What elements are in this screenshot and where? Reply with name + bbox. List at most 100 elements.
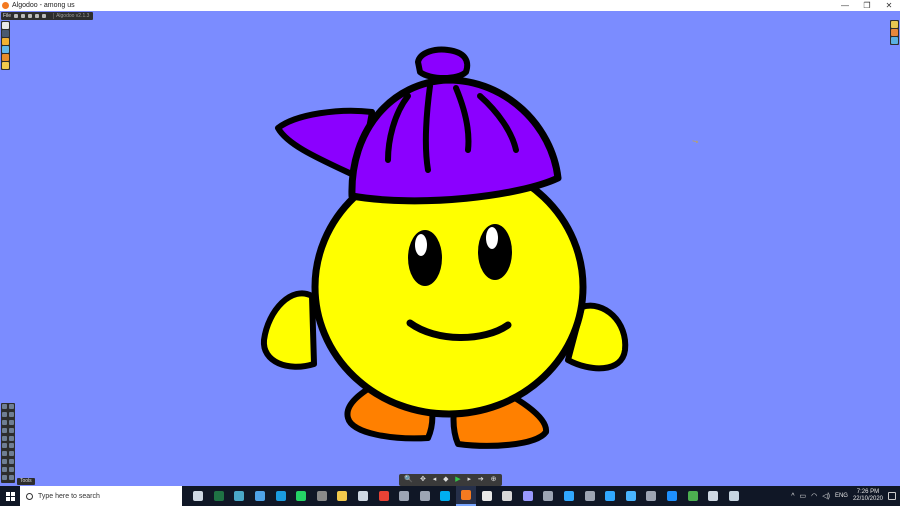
folder-taskbar-button[interactable]: [332, 486, 353, 506]
notification-icon[interactable]: [888, 492, 896, 500]
box-tool-icon[interactable]: [8, 427, 14, 433]
hinge-tool-icon[interactable]: [2, 459, 7, 465]
fixate-tool-icon[interactable]: [8, 459, 14, 465]
plane-tool-icon[interactable]: [8, 435, 14, 441]
clock[interactable]: 7:26 PM 22/10/2020: [853, 489, 883, 503]
thruster-tool-icon[interactable]: [8, 467, 14, 473]
network-icon[interactable]: ▭: [800, 492, 807, 500]
task-view-taskbar-button[interactable]: [188, 486, 209, 506]
window-title: Algodoo - among us: [12, 2, 75, 9]
gamepad-taskbar-button[interactable]: [415, 486, 436, 506]
drag-tool-icon[interactable]: [2, 411, 7, 417]
step-forward-icon[interactable]: ▸: [468, 474, 472, 486]
zoom-icon[interactable]: 🔍: [404, 474, 413, 486]
app-tri-taskbar-button[interactable]: [641, 486, 662, 506]
app-blue-icon: [666, 491, 677, 501]
chrome-taskbar-button[interactable]: [373, 486, 394, 506]
maximize-button[interactable]: ❐: [856, 1, 878, 10]
photoshop-icon: [605, 491, 616, 501]
close-button[interactable]: ✕: [878, 1, 900, 10]
skype-taskbar-button[interactable]: [435, 486, 456, 506]
steam-taskbar-button[interactable]: [723, 486, 744, 506]
app-circle-taskbar-button[interactable]: [394, 486, 415, 506]
search-placeholder: Type here to search: [38, 492, 100, 500]
select-tool-icon[interactable]: [2, 404, 7, 409]
step-back-icon[interactable]: ◂: [433, 474, 437, 486]
paint-icon: [481, 491, 492, 501]
app-rect-taskbar-button[interactable]: [703, 486, 724, 506]
eraser-tool-icon[interactable]: [8, 475, 14, 481]
edge-taskbar-button[interactable]: [270, 486, 291, 506]
play-icon[interactable]: ▶: [455, 474, 460, 486]
gamebar-taskbar-button[interactable]: [682, 486, 703, 506]
wifi-icon[interactable]: ◠: [811, 492, 817, 500]
gear-tool-icon[interactable]: [8, 443, 14, 449]
scale-tool-icon[interactable]: [2, 419, 7, 425]
cartoon-character[interactable]: [0, 11, 900, 486]
marker-icon[interactable]: ◆: [443, 474, 448, 486]
tracer-tool-icon[interactable]: [2, 467, 7, 473]
search-input[interactable]: Type here to search: [20, 486, 182, 506]
gamepad-icon: [419, 491, 430, 501]
search-icon: [26, 492, 33, 500]
stack-taskbar-button[interactable]: [353, 486, 374, 506]
circle-tool-icon[interactable]: [2, 427, 7, 433]
lightroom-icon: [563, 491, 574, 501]
tray-chevron-icon[interactable]: ^: [791, 493, 794, 500]
photoshop-taskbar-button[interactable]: [600, 486, 621, 506]
wifi-app-taskbar-button[interactable]: [620, 486, 641, 506]
language-indicator[interactable]: ENG: [835, 493, 848, 499]
app-blue-taskbar-button[interactable]: [662, 486, 683, 506]
files-taskbar-button[interactable]: [538, 486, 559, 506]
polygon-tool-icon[interactable]: [2, 435, 7, 441]
paint-taskbar-button[interactable]: [476, 486, 497, 506]
knife-tool-icon[interactable]: [8, 419, 14, 425]
simulation-toolbar: 🔍 ✥ ◂ ◆ ▶ ▸ ➔ ⊕: [399, 474, 502, 486]
edge-icon: [275, 491, 286, 501]
laser-tool-icon[interactable]: [2, 475, 7, 481]
unity-taskbar-button[interactable]: [497, 486, 518, 506]
lightroom-taskbar-button[interactable]: [559, 486, 580, 506]
algodoo-taskbar-button[interactable]: [455, 486, 477, 506]
brush-tool-icon[interactable]: [2, 443, 7, 449]
app-tri-icon: [646, 491, 657, 501]
windows-logo-icon: [5, 491, 15, 501]
start-button[interactable]: [0, 486, 20, 506]
tools-label[interactable]: Tools: [17, 478, 35, 485]
excel-icon: [213, 491, 224, 501]
app-bar-taskbar-button[interactable]: [579, 486, 600, 506]
files-icon: [543, 491, 554, 501]
photos-taskbar-button[interactable]: [250, 486, 271, 506]
app-grey-icon: [316, 491, 327, 501]
whatsapp-taskbar-button[interactable]: [291, 486, 312, 506]
clock-time: 7:26 PM: [856, 489, 880, 495]
scene-canvas[interactable]: File Algodoo v2.1.3 ➘ Tools 🔍 ✥ ◂ ◆ ▶ ▸ …: [0, 11, 900, 486]
algodoo-icon: [461, 490, 472, 500]
gravity-icon[interactable]: ⊕: [491, 474, 497, 486]
chain-tool-icon[interactable]: [2, 451, 7, 457]
app-diamond-taskbar-button[interactable]: [229, 486, 250, 506]
photos-icon: [255, 491, 266, 501]
cap-button: [415, 46, 471, 81]
folder-icon: [337, 491, 348, 501]
clock-date: 22/10/2020: [852, 496, 883, 502]
left-arm: [260, 290, 317, 370]
gamebar-icon: [687, 491, 698, 501]
premiere-taskbar-button[interactable]: [518, 486, 539, 506]
app-grey-taskbar-button[interactable]: [312, 486, 333, 506]
move-tool-icon[interactable]: [8, 404, 14, 409]
arrow-icon[interactable]: ➔: [478, 474, 484, 486]
taskbar-apps: [188, 486, 744, 506]
minimize-button[interactable]: —: [834, 1, 856, 10]
volume-icon[interactable]: ◁): [822, 492, 830, 500]
app-bar-icon: [584, 491, 595, 501]
wifi-app-icon: [625, 491, 636, 501]
app-rect-icon: [708, 491, 719, 501]
task-view-icon: [193, 491, 204, 501]
excel-taskbar-button[interactable]: [209, 486, 230, 506]
premiere-icon: [522, 491, 533, 501]
pan-icon[interactable]: ✥: [420, 474, 426, 486]
steam-icon: [728, 491, 739, 501]
rotate-tool-icon[interactable]: [8, 411, 14, 417]
spring-tool-icon[interactable]: [8, 451, 14, 457]
